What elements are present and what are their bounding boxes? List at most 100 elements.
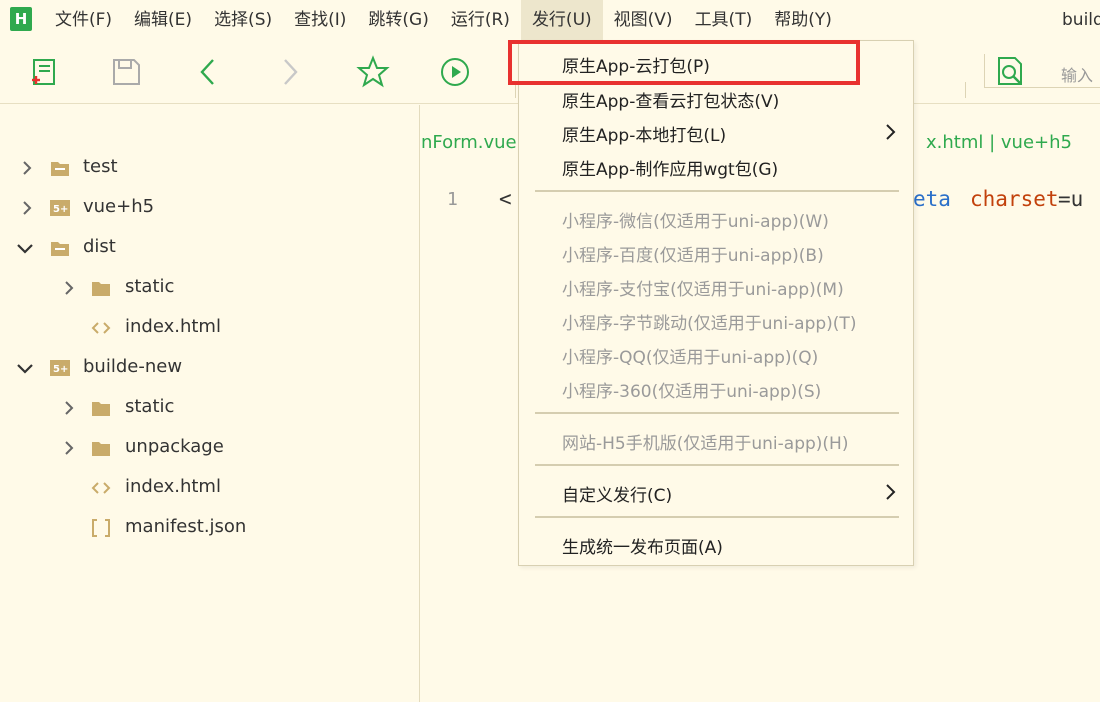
menu-item-label: 小程序-支付宝(仅适用于uni-app)(M)	[562, 280, 844, 300]
menu-item-h5-mobile: 网站-H5手机版(仅适用于uni-app)(H)	[519, 423, 913, 457]
publish-dropdown-menu: 原生App-云打包(P) 原生App-查看云打包状态(V) 原生App-本地打包…	[518, 40, 914, 566]
tree-item-manifest-json[interactable]: manifest.json	[0, 508, 420, 548]
tree-item-label: static	[125, 276, 175, 297]
menu-item-app-cloud-status[interactable]: 原生App-查看云打包状态(V)	[519, 81, 913, 115]
svg-text:5+: 5+	[53, 204, 68, 215]
chevron-right-icon[interactable]	[17, 158, 37, 178]
svg-text:5+: 5+	[53, 364, 68, 375]
menu-item-mp-weixin: 小程序-微信(仅适用于uni-app)(W)	[519, 201, 913, 235]
code-keyword: eta	[913, 187, 951, 211]
chevron-right-icon[interactable]	[59, 278, 79, 298]
menu-item-label: 原生App-云打包(P)	[562, 57, 710, 77]
menu-item-label: 自定义发行(C)	[562, 486, 673, 506]
folder-icon	[51, 162, 69, 176]
code-text: <	[499, 187, 512, 211]
play-circle-icon	[441, 58, 469, 86]
code-attribute: charset	[970, 187, 1059, 211]
uniapp-project-icon: 5+	[50, 360, 70, 376]
menu-item-label: 生成统一发布页面(A)	[562, 538, 723, 558]
toolbar-divider	[965, 82, 966, 98]
menu-tools[interactable]: 工具(T)	[684, 0, 764, 40]
menu-goto[interactable]: 跳转(G)	[357, 0, 439, 40]
menu-help[interactable]: 帮助(Y)	[763, 0, 843, 40]
new-file-button[interactable]	[26, 54, 62, 90]
menu-item-label: 小程序-微信(仅适用于uni-app)(W)	[562, 212, 829, 232]
menu-item-mp-qq: 小程序-QQ(仅适用于uni-app)(Q)	[519, 337, 913, 371]
chevron-right-icon[interactable]	[17, 198, 37, 218]
tree-item-builde-new[interactable]: 5+ builde-new	[0, 348, 420, 388]
tree-item-unpackage[interactable]: unpackage	[0, 428, 420, 468]
folder-icon	[92, 282, 110, 296]
menu-bar: H 文件(F) 编辑(E) 选择(S) 查找(I) 跳转(G) 运行(R) 发行…	[0, 0, 1100, 40]
tree-item-label: index.html	[125, 316, 221, 337]
tree-item-index-html[interactable]: index.html	[0, 308, 420, 348]
tree-item-vue-h5[interactable]: 5+ vue+h5	[0, 188, 420, 228]
chevron-right-icon	[886, 124, 896, 140]
tree-item-label: static	[125, 396, 175, 417]
tree-item-index-html[interactable]: index.html	[0, 468, 420, 508]
menu-item-label: 原生App-查看云打包状态(V)	[562, 92, 780, 112]
file-search-icon	[998, 57, 1022, 85]
run-button[interactable]	[437, 54, 473, 90]
chevron-down-icon[interactable]	[15, 238, 35, 258]
menu-edit[interactable]: 编辑(E)	[123, 0, 203, 40]
menu-separator	[535, 412, 899, 414]
tree-item-label: manifest.json	[125, 516, 247, 537]
menu-find[interactable]: 查找(I)	[283, 0, 357, 40]
menu-select[interactable]: 选择(S)	[203, 0, 283, 40]
tree-item-dist[interactable]: dist	[0, 228, 420, 268]
menu-item-app-local-pack[interactable]: 原生App-本地打包(L)	[519, 115, 913, 149]
chevron-right-icon	[284, 59, 298, 85]
uniapp-project-icon: 5+	[50, 200, 70, 216]
window-title: builde	[1062, 10, 1100, 30]
menu-publish[interactable]: 发行(U)	[520, 0, 603, 40]
star-icon	[356, 55, 390, 88]
tree-item-static[interactable]: static	[0, 268, 420, 308]
menu-item-label: 小程序-QQ(仅适用于uni-app)(Q)	[562, 348, 819, 368]
html-file-icon	[91, 482, 111, 494]
menu-item-custom-publish[interactable]: 自定义发行(C)	[519, 475, 913, 509]
back-button[interactable]	[190, 54, 226, 90]
menu-item-mp-baidu: 小程序-百度(仅适用于uni-app)(B)	[519, 235, 913, 269]
chevron-right-icon	[886, 484, 896, 500]
folder-icon	[51, 242, 69, 256]
menu-item-mp-alipay: 小程序-支付宝(仅适用于uni-app)(M)	[519, 269, 913, 303]
tree-item-label: index.html	[125, 476, 221, 497]
menu-view[interactable]: 视图(V)	[603, 0, 684, 40]
menu-item-label: 小程序-字节跳动(仅适用于uni-app)(T)	[562, 314, 857, 334]
editor-tab[interactable]: x.html | vue+h5	[926, 132, 1072, 153]
favorite-button[interactable]	[355, 54, 391, 90]
tree-item-static[interactable]: static	[0, 388, 420, 428]
tree-item-test[interactable]: test	[0, 148, 420, 188]
tree-item-label: test	[83, 156, 118, 177]
new-file-icon	[32, 59, 55, 85]
menu-separator	[535, 464, 899, 466]
menu-item-app-cloud-pack[interactable]: 原生App-云打包(P)	[519, 46, 913, 80]
forward-button[interactable]	[272, 54, 308, 90]
menu-separator	[535, 190, 899, 192]
menu-item-generate-publish-page[interactable]: 生成统一发布页面(A)	[519, 527, 913, 561]
menu-file[interactable]: 文件(F)	[44, 0, 123, 40]
toolbar-divider	[515, 82, 516, 98]
line-number: 1	[447, 189, 458, 210]
folder-icon	[92, 442, 110, 456]
tree-item-label: builde-new	[83, 356, 183, 377]
code-text: =u	[1058, 187, 1084, 211]
chevron-left-icon	[200, 59, 214, 85]
menu-item-label: 小程序-百度(仅适用于uni-app)(B)	[562, 246, 824, 266]
chevron-down-icon[interactable]	[15, 358, 35, 378]
html-file-icon	[91, 322, 111, 334]
menu-item-app-wgt-pack[interactable]: 原生App-制作应用wgt包(G)	[519, 149, 913, 183]
menu-items: 文件(F) 编辑(E) 选择(S) 查找(I) 跳转(G) 运行(R) 发行(U…	[44, 0, 843, 40]
save-button[interactable]	[108, 54, 144, 90]
save-icon	[113, 59, 140, 85]
tree-item-label: unpackage	[125, 436, 224, 457]
menu-item-label: 原生App-制作应用wgt包(G)	[562, 160, 779, 180]
app-logo-icon[interactable]: H	[10, 7, 32, 31]
chevron-right-icon[interactable]	[59, 438, 79, 458]
chevron-right-icon[interactable]	[59, 398, 79, 418]
menu-run[interactable]: 运行(R)	[440, 0, 521, 40]
search-box[interactable]: 输入	[984, 54, 1100, 88]
editor-tab[interactable]: nForm.vue	[421, 132, 517, 153]
menu-item-label: 原生App-本地打包(L)	[562, 126, 727, 146]
